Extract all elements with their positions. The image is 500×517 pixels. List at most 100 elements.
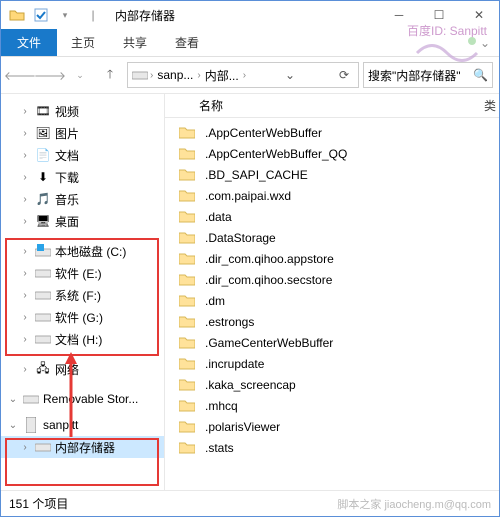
nav-network[interactable]: ›🖧网络	[1, 358, 164, 380]
ribbon: 文件 主页 共享 查看 ⌄	[1, 29, 499, 57]
list-item[interactable]: .polarisViewer	[165, 416, 499, 437]
ribbon-file-tab[interactable]: 文件	[1, 29, 57, 56]
column-more[interactable]: 类	[481, 97, 499, 114]
list-item[interactable]: .estrongs	[165, 311, 499, 332]
list-item[interactable]: .DataStorage	[165, 227, 499, 248]
list-item[interactable]: .data	[165, 206, 499, 227]
ribbon-expand-icon[interactable]: ⌄	[471, 29, 499, 56]
nav-drive[interactable]: ›软件 (G:)	[1, 306, 164, 328]
file-name: .incrupdate	[205, 357, 264, 371]
list-item[interactable]: .GameCenterWebBuffer	[165, 332, 499, 353]
breadcrumb[interactable]: 内部...	[203, 67, 241, 84]
chevron-icon[interactable]: ›	[197, 70, 200, 81]
folder-icon	[179, 251, 195, 267]
folder-icon	[179, 293, 195, 309]
folder-icon	[179, 188, 195, 204]
list-item[interactable]: .stats	[165, 437, 499, 458]
up-button[interactable]: 🡑	[97, 62, 123, 88]
qat-dropdown-icon[interactable]: ▾	[55, 5, 75, 25]
nav-device-storage[interactable]: ›内部存储器	[1, 436, 164, 458]
drive-icon	[35, 265, 51, 281]
list-item[interactable]: .mhcq	[165, 395, 499, 416]
file-name: .mhcq	[205, 399, 238, 413]
close-button[interactable]: ✕	[459, 1, 499, 29]
breadcrumb[interactable]: sanp...	[155, 68, 195, 82]
list-item[interactable]: .AppCenterWebBuffer	[165, 122, 499, 143]
search-icon: 🔍	[473, 68, 488, 82]
folder-icon	[179, 419, 195, 435]
nav-item-video[interactable]: ›🎞视频	[1, 100, 164, 122]
file-name: .com.paipai.wxd	[205, 189, 291, 203]
folder-icon	[179, 209, 195, 225]
column-header[interactable]: 名称 类	[165, 94, 499, 118]
file-name: .kaka_screencap	[205, 378, 296, 392]
folder-icon	[179, 230, 195, 246]
drive-icon	[23, 391, 39, 407]
refresh-button[interactable]: ⟳	[334, 68, 354, 82]
list-item[interactable]: .kaka_screencap	[165, 374, 499, 395]
download-icon: ⬇	[35, 169, 51, 185]
nav-drive[interactable]: ›软件 (E:)	[1, 262, 164, 284]
folder-icon	[179, 167, 195, 183]
list-item[interactable]: .BD_SAPI_CACHE	[165, 164, 499, 185]
video-icon: 🎞	[35, 103, 51, 119]
window-title: 内部存储器	[115, 7, 175, 24]
title-sep: |	[83, 5, 103, 25]
nav-item-music[interactable]: ›🎵音乐	[1, 188, 164, 210]
network-icon: 🖧	[35, 361, 51, 377]
forward-button[interactable]: 🡒	[37, 62, 63, 88]
nav-item-doc[interactable]: ›📄文档	[1, 144, 164, 166]
content-pane: 名称 类 .AppCenterWebBuffer.AppCenterWebBuf…	[165, 94, 499, 493]
folder-icon	[179, 377, 195, 393]
file-name: .dir_com.qihoo.appstore	[205, 252, 334, 266]
recent-dropdown-icon[interactable]: ⌄	[67, 62, 93, 88]
address-dropdown-icon[interactable]: ⌄	[280, 68, 300, 82]
drive-icon	[35, 243, 51, 259]
list-item[interactable]: .dir_com.qihoo.secstore	[165, 269, 499, 290]
file-name: .estrongs	[205, 315, 254, 329]
list-item[interactable]: .dir_com.qihoo.appstore	[165, 248, 499, 269]
nav-drive[interactable]: ›本地磁盘 (C:)	[1, 240, 164, 262]
nav-item-desktop[interactable]: ›🖥桌面	[1, 210, 164, 232]
drive-icon	[35, 287, 51, 303]
chevron-icon[interactable]: ›	[150, 70, 153, 81]
minimize-button[interactable]: ─	[379, 1, 419, 29]
nav-pane: ›🎞视频›🖼图片›📄文档›⬇下载›🎵音乐›🖥桌面 ›本地磁盘 (C:)›软件 (…	[1, 94, 165, 493]
desktop-icon: 🖥	[35, 213, 51, 229]
phone-icon	[23, 417, 39, 433]
chevron-icon[interactable]: ›	[243, 70, 246, 81]
folder-icon	[179, 146, 195, 162]
qat-checkbox-icon[interactable]	[31, 5, 51, 25]
file-name: .data	[205, 210, 232, 224]
body: ›🎞视频›🖼图片›📄文档›⬇下载›🎵音乐›🖥桌面 ›本地磁盘 (C:)›软件 (…	[1, 93, 499, 493]
file-list: .AppCenterWebBuffer .AppCenterWebBuffer_Q…	[165, 118, 499, 493]
nav-drive[interactable]: ›系统 (F:)	[1, 284, 164, 306]
file-name: .DataStorage	[205, 231, 276, 245]
folder-icon	[179, 356, 195, 372]
nav-item-pic[interactable]: ›🖼图片	[1, 122, 164, 144]
ribbon-tab-home[interactable]: 主页	[57, 29, 109, 56]
file-name: .dm	[205, 294, 225, 308]
list-item[interactable]: .dm	[165, 290, 499, 311]
file-name: .AppCenterWebBuffer_QQ	[205, 147, 347, 161]
address-bar[interactable]: › sanp... › 内部... › ⌄ ⟳	[127, 62, 359, 88]
footer-watermark: 脚本之家 jiaocheng.m@qq.com	[337, 496, 491, 512]
back-button[interactable]: 🡐	[7, 62, 33, 88]
list-item[interactable]: .com.paipai.wxd	[165, 185, 499, 206]
nav-device[interactable]: ⌄sanpitt	[1, 414, 164, 436]
list-item[interactable]: .incrupdate	[165, 353, 499, 374]
maximize-button[interactable]: ☐	[419, 1, 459, 29]
nav-item-download[interactable]: ›⬇下载	[1, 166, 164, 188]
search-input[interactable]: 搜索"内部存储器" 🔍	[363, 62, 493, 88]
column-name[interactable]: 名称	[199, 97, 223, 114]
ribbon-tab-view[interactable]: 查看	[161, 29, 213, 56]
ribbon-tab-share[interactable]: 共享	[109, 29, 161, 56]
nav-drive[interactable]: ›文档 (H:)	[1, 328, 164, 350]
folder-icon	[179, 398, 195, 414]
navbar: 🡐 🡒 ⌄ 🡑 › sanp... › 内部... › ⌄ ⟳ 搜索"内部存储器…	[1, 57, 499, 93]
file-name: .stats	[205, 441, 234, 455]
list-item[interactable]: .AppCenterWebBuffer_QQ	[165, 143, 499, 164]
drive-icon	[35, 331, 51, 347]
nav-removable[interactable]: ⌄Removable Stor...	[1, 388, 164, 410]
folder-icon	[179, 440, 195, 456]
